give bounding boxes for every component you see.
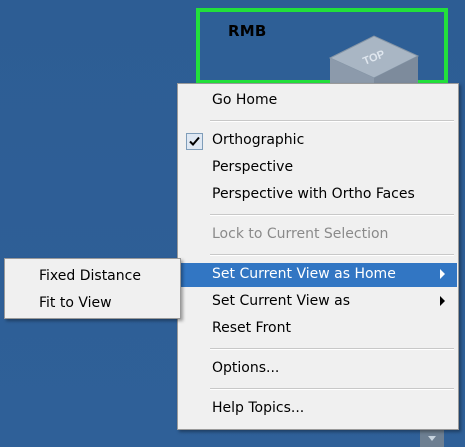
checkmark-icon [186, 133, 203, 150]
menu-separator [210, 254, 454, 256]
context-menu: Go Home Orthographic Perspective Perspec… [177, 83, 459, 430]
menu-separator [210, 120, 454, 122]
chevron-right-icon [440, 296, 445, 306]
menu-item-label: Help Topics... [212, 400, 305, 416]
menu-separator [210, 348, 454, 350]
navigation-dropdown-button[interactable] [420, 430, 444, 447]
menu-item-perspective[interactable]: Perspective [179, 156, 457, 180]
menu-item-label: Orthographic [212, 132, 305, 148]
menu-item-label: Lock to Current Selection [212, 226, 389, 242]
chevron-right-icon [440, 269, 445, 279]
menu-item-lock-selection: Lock to Current Selection [179, 223, 457, 247]
annotation-label: RMB [228, 22, 267, 40]
submenu-item-fit-to-view[interactable]: Fit to View [6, 289, 176, 313]
menu-item-reset-front[interactable]: Reset Front [179, 317, 457, 341]
menu-item-perspective-ortho-faces[interactable]: Perspective with Ortho Faces [179, 183, 457, 207]
menu-item-orthographic[interactable]: Orthographic [179, 129, 457, 153]
menu-separator [210, 214, 454, 216]
menu-item-label: Reset Front [212, 320, 291, 336]
menu-item-label: Perspective [212, 159, 294, 175]
menu-separator [210, 388, 454, 390]
menu-item-label: Set Current View as [212, 293, 351, 309]
menu-item-options[interactable]: Options... [179, 357, 457, 381]
submenu-item-label: Fixed Distance [39, 268, 141, 284]
menu-item-label: Set Current View as Home [212, 266, 396, 282]
menu-item-label: Go Home [212, 92, 278, 108]
viewcube-icon[interactable]: TOP [326, 30, 422, 84]
chevron-down-icon [428, 436, 436, 441]
submenu-item-fixed-distance[interactable]: Fixed Distance [6, 262, 176, 286]
menu-item-help-topics[interactable]: Help Topics... [179, 397, 457, 421]
menu-item-go-home[interactable]: Go Home [179, 89, 457, 113]
menu-item-set-current-view-as[interactable]: Set Current View as [179, 290, 457, 314]
menu-item-label: Options... [212, 360, 280, 376]
menu-item-set-current-view-home[interactable]: Set Current View as Home [179, 263, 457, 287]
submenu-item-label: Fit to View [39, 295, 112, 311]
submenu-set-home: Fixed Distance Fit to View [4, 258, 181, 319]
menu-item-label: Perspective with Ortho Faces [212, 186, 415, 202]
